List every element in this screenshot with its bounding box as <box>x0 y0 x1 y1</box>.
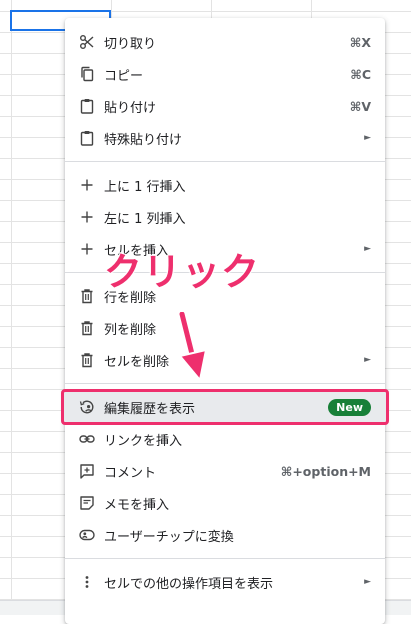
menu-item-label: ユーザーチップに変換 <box>104 529 234 545</box>
submenu-arrow-icon: ► <box>364 133 371 143</box>
context-menu: 切り取り ⌘X コピー ⌘C 貼り付け ⌘V 特殊貼り付け ► 上に 1 行挿入 <box>61 18 389 624</box>
menu-item-label: 左に 1 列挿入 <box>104 211 186 227</box>
more-vertical-icon <box>79 574 95 590</box>
menu-item-insert-link[interactable]: リンクを挿入 <box>65 423 385 455</box>
menu-item-label: セルを削除 <box>104 354 170 370</box>
menu-item-convert-to-people-chip[interactable]: ユーザーチップに変換 <box>65 519 385 551</box>
paste-icon <box>79 98 95 114</box>
menu-item-paste-special[interactable]: 特殊貼り付け ► <box>65 122 385 154</box>
shortcut-text: ⌘C <box>350 66 371 82</box>
menu-item-delete-cells[interactable]: セルを削除 ► <box>65 344 385 376</box>
menu-item-label: 特殊貼り付け <box>104 132 183 148</box>
menu-item-copy[interactable]: コピー ⌘C <box>65 58 385 90</box>
menu-item-delete-column[interactable]: 列を削除 <box>65 312 385 344</box>
menu-item-label: コメント <box>104 465 157 481</box>
menu-item-cut[interactable]: 切り取り ⌘X <box>65 26 385 58</box>
menu-item-more-cell-actions[interactable]: セルでの他の操作項目を表示 ► <box>65 566 385 598</box>
history-icon <box>79 399 95 415</box>
submenu-arrow-icon: ► <box>364 244 371 254</box>
menu-item-label: メモを挿入 <box>104 497 170 513</box>
plus-icon <box>79 209 95 225</box>
click-annotation-label: クリック <box>103 250 261 294</box>
comment-icon <box>79 463 95 479</box>
shortcut-text: ⌘+option+M <box>280 463 371 479</box>
shortcut-text: ⌘X <box>349 34 371 50</box>
menu-separator <box>65 558 385 559</box>
plus-icon <box>79 241 95 257</box>
person-chip-icon <box>79 527 95 543</box>
trash-icon <box>79 288 95 304</box>
shortcut-text: ⌘V <box>349 98 371 114</box>
submenu-arrow-icon: ► <box>364 355 371 365</box>
menu-item-paste[interactable]: 貼り付け ⌘V <box>65 90 385 122</box>
menu-item-show-edit-history[interactable]: 編集履歴を表示 New <box>61 389 389 425</box>
menu-item-comment[interactable]: コメント ⌘+option+M <box>65 455 385 487</box>
menu-item-insert-note[interactable]: メモを挿入 <box>65 487 385 519</box>
plus-icon <box>79 177 95 193</box>
menu-item-label: 貼り付け <box>104 100 157 116</box>
menu-item-insert-row-above[interactable]: 上に 1 行挿入 <box>65 169 385 201</box>
copy-icon <box>79 66 95 82</box>
menu-item-label: リンクを挿入 <box>104 433 183 449</box>
menu-item-label: 上に 1 行挿入 <box>104 179 186 195</box>
submenu-arrow-icon: ► <box>364 577 371 587</box>
menu-item-label: 列を削除 <box>104 322 157 338</box>
menu-item-label: 切り取り <box>104 36 157 52</box>
menu-item-insert-column-left[interactable]: 左に 1 列挿入 <box>65 201 385 233</box>
paste-special-icon <box>79 130 95 146</box>
menu-item-label: セルでの他の操作項目を表示 <box>104 576 274 592</box>
menu-separator <box>65 383 385 384</box>
menu-item-label: コピー <box>104 68 144 84</box>
link-icon <box>79 431 95 447</box>
scissors-icon <box>79 34 95 50</box>
menu-item-label: 編集履歴を表示 <box>104 401 196 417</box>
trash-icon <box>79 320 95 336</box>
new-badge: New <box>328 398 371 416</box>
annotation-arrow-icon <box>178 312 207 381</box>
menu-separator <box>65 161 385 162</box>
note-icon <box>79 495 95 511</box>
trash-icon <box>79 352 95 368</box>
